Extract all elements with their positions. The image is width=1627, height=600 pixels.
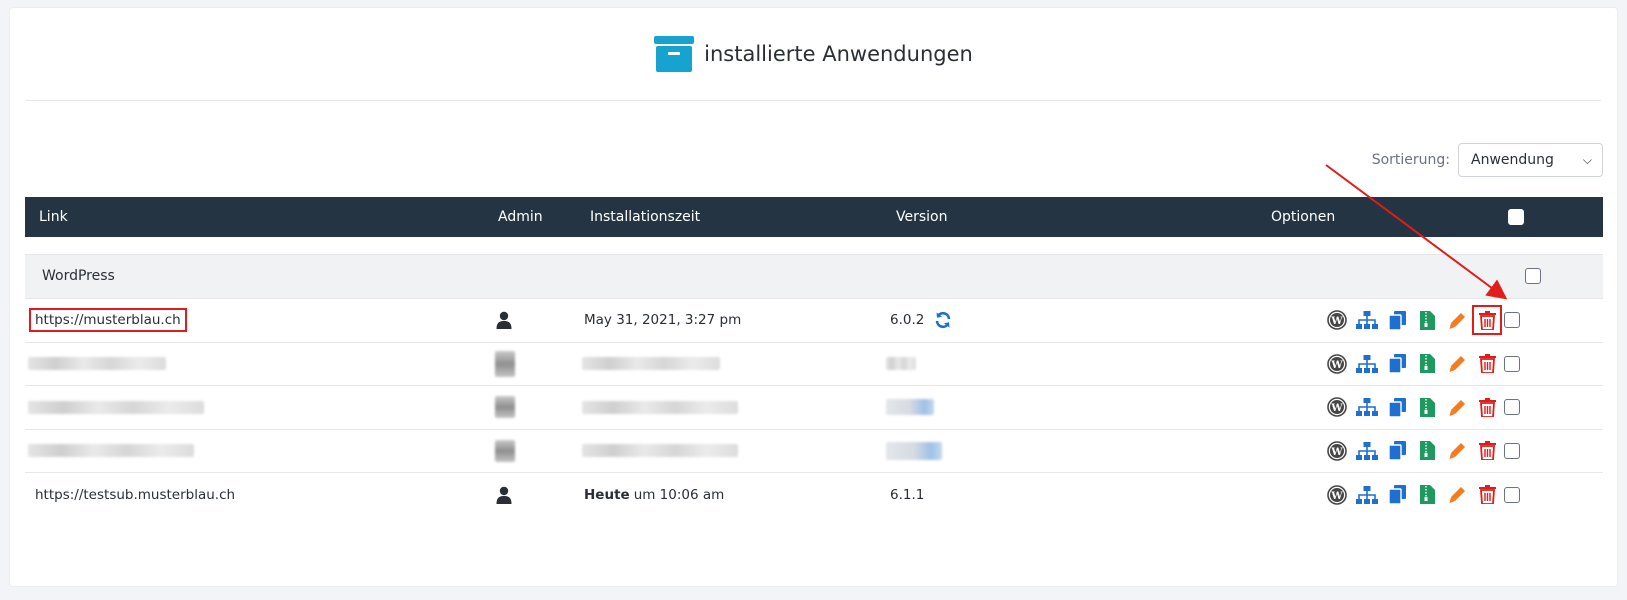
svg-text:W: W <box>1330 447 1343 458</box>
sort-control: Sortierung: Anwendung ⌵ <box>1372 143 1603 177</box>
refresh-icon[interactable] <box>932 309 954 331</box>
svg-text:W: W <box>1330 316 1343 327</box>
zip-icon[interactable] <box>1416 309 1438 331</box>
group-row-wordpress: WordPress <box>25 254 1603 299</box>
sitemap-icon[interactable] <box>1356 440 1378 462</box>
install-link[interactable]: https://testsub.musterblau.ch <box>35 487 235 503</box>
version-value: 6.1.1 <box>890 486 925 503</box>
redacted-admin <box>495 396 515 419</box>
sitemap-icon[interactable] <box>1356 353 1378 375</box>
redacted-time <box>582 357 720 371</box>
copy-icon[interactable] <box>1386 440 1408 462</box>
sitemap-icon[interactable] <box>1356 309 1378 331</box>
pencil-icon[interactable] <box>1446 440 1468 462</box>
installed-apps-card: installierte Anwendungen Sortierung: Anw… <box>9 7 1618 587</box>
row-checkbox[interactable] <box>1504 399 1520 416</box>
group-checkbox[interactable] <box>1525 268 1541 284</box>
copy-icon[interactable] <box>1386 396 1408 418</box>
sort-selected-value: Anwendung <box>1471 152 1554 168</box>
row-checkbox[interactable] <box>1504 355 1520 372</box>
table-row: W <box>25 430 1603 473</box>
zip-icon[interactable] <box>1416 353 1438 375</box>
table-row: https://testsub.musterblau.ch Heute um 1… <box>25 473 1603 517</box>
table-row: W <box>25 343 1603 386</box>
zip-icon[interactable] <box>1416 396 1438 418</box>
copy-icon[interactable] <box>1386 484 1408 506</box>
row-checkbox[interactable] <box>1504 312 1520 329</box>
copy-icon[interactable] <box>1386 353 1408 375</box>
apps-table: Link Admin Installationszeit Version Opt… <box>25 197 1603 517</box>
redacted-version <box>886 441 942 460</box>
redacted-admin <box>495 439 515 462</box>
install-time: May 31, 2021, 3:27 pm <box>584 312 742 329</box>
group-label: WordPress <box>42 268 115 284</box>
column-link: Link <box>39 209 68 225</box>
wordpress-icon[interactable]: W <box>1326 396 1348 418</box>
svg-text:W: W <box>1330 403 1343 414</box>
pencil-icon[interactable] <box>1446 396 1468 418</box>
user-icon[interactable] <box>496 473 512 517</box>
redacted-link <box>28 444 194 458</box>
sort-label: Sortierung: <box>1371 152 1450 168</box>
wordpress-icon[interactable]: W <box>1326 484 1348 506</box>
zip-icon[interactable] <box>1416 484 1438 506</box>
wordpress-icon[interactable]: W <box>1326 440 1348 462</box>
pencil-icon[interactable] <box>1446 353 1468 375</box>
user-icon[interactable] <box>496 299 512 342</box>
version-value: 6.0.2 <box>890 312 925 329</box>
redacted-time <box>582 444 738 458</box>
install-time-bold: Heute <box>584 486 630 503</box>
sitemap-icon[interactable] <box>1356 484 1378 506</box>
trash-icon[interactable] <box>1476 353 1498 375</box>
pencil-icon[interactable] <box>1446 309 1468 331</box>
trash-icon[interactable] <box>1476 440 1498 462</box>
row-checkbox[interactable] <box>1504 486 1520 503</box>
page-title: installierte Anwendungen <box>704 42 973 66</box>
trash-icon[interactable] <box>1472 305 1502 336</box>
table-row: https://musterblau.ch May 31, 2021, 3:27… <box>25 299 1603 343</box>
row-checkbox[interactable] <box>1504 442 1520 459</box>
table-row: W <box>25 386 1603 430</box>
svg-text:W: W <box>1330 491 1343 502</box>
trash-icon[interactable] <box>1476 396 1498 418</box>
redacted-version <box>886 399 934 416</box>
column-install-time: Installationszeit <box>590 209 701 225</box>
install-time-rest: um 10:06 am <box>633 486 725 503</box>
install-link[interactable]: https://musterblau.ch <box>29 308 187 333</box>
chevron-down-icon: ⌵ <box>1582 152 1592 167</box>
select-all-checkbox[interactable] <box>1508 209 1524 225</box>
trash-icon[interactable] <box>1476 484 1498 506</box>
redacted-link <box>28 400 204 414</box>
redacted-link <box>28 357 166 371</box>
column-version: Version <box>896 209 948 225</box>
sitemap-icon[interactable] <box>1356 396 1378 418</box>
wordpress-icon[interactable]: W <box>1326 309 1348 331</box>
sort-select[interactable]: Anwendung ⌵ <box>1458 143 1603 177</box>
redacted-admin <box>495 350 515 377</box>
box-icon <box>654 36 695 72</box>
column-options: Optionen <box>1271 209 1336 225</box>
redacted-time <box>582 400 738 414</box>
zip-icon[interactable] <box>1416 440 1438 462</box>
card-header: installierte Anwendungen <box>26 8 1601 101</box>
table-header: Link Admin Installationszeit Version Opt… <box>25 197 1603 237</box>
redacted-version <box>886 357 916 371</box>
copy-icon[interactable] <box>1386 309 1408 331</box>
svg-text:W: W <box>1330 360 1343 371</box>
wordpress-icon[interactable]: W <box>1326 353 1348 375</box>
column-admin: Admin <box>498 209 543 225</box>
pencil-icon[interactable] <box>1446 484 1468 506</box>
